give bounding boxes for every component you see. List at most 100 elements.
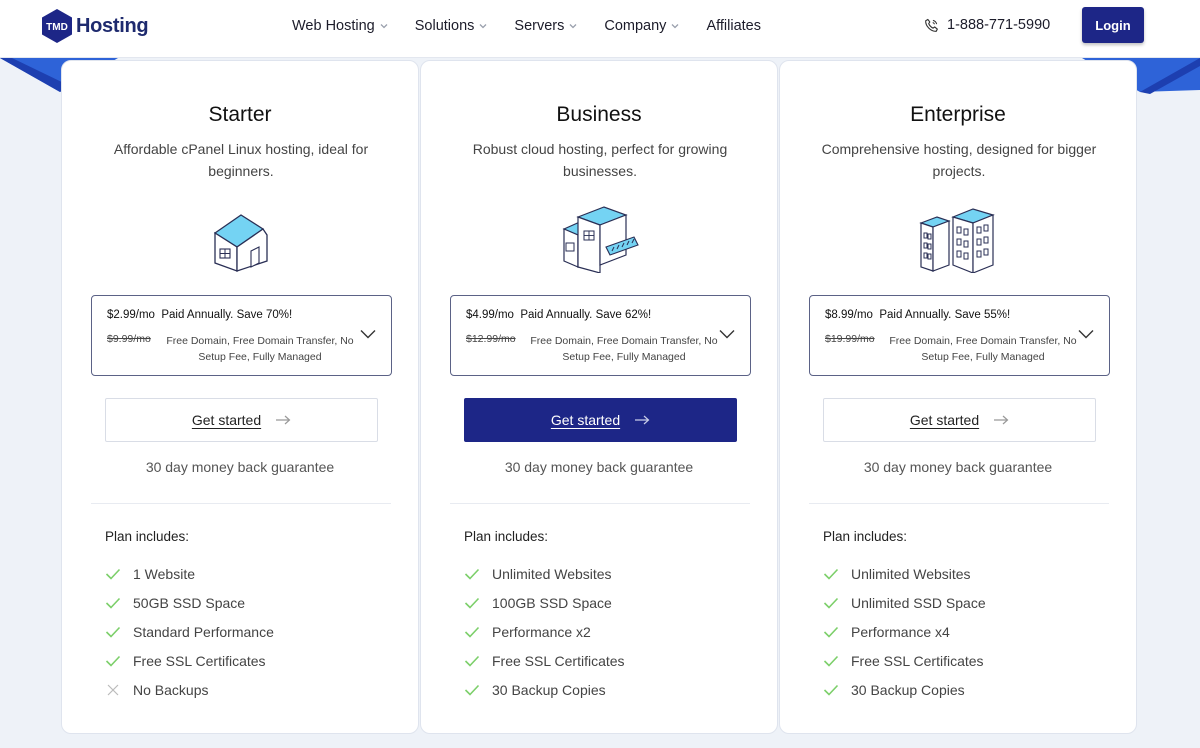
check-icon xyxy=(464,568,480,580)
login-button[interactable]: Login xyxy=(1082,7,1144,43)
plan-includes-title: Plan includes: xyxy=(823,529,908,544)
billing-note: Paid Annually. Save 55%! xyxy=(879,309,1011,321)
feature-text: Free SSL Certificates xyxy=(851,652,984,669)
feature-text: Standard Performance xyxy=(133,623,274,640)
feature-text: Free SSL Certificates xyxy=(492,652,625,669)
divider xyxy=(809,503,1109,504)
check-icon xyxy=(105,568,121,580)
pricing-term-select[interactable]: $2.99/mo Paid Annually. Save 70%! $9.99/… xyxy=(91,295,392,376)
site-header: TMD Hosting Web Hosting Solutions Server… xyxy=(0,0,1200,58)
nav-web-hosting[interactable]: Web Hosting xyxy=(292,18,389,34)
nav-servers[interactable]: Servers xyxy=(514,18,578,34)
feature-item: Unlimited SSD Space xyxy=(823,588,986,617)
check-icon xyxy=(464,597,480,609)
check-icon xyxy=(464,655,480,667)
pricing-term-select[interactable]: $8.99/mo Paid Annually. Save 55%! $19.99… xyxy=(809,295,1110,376)
feature-item: 100GB SSD Space xyxy=(464,588,625,617)
feature-item: No Backups xyxy=(105,675,274,704)
arrow-right-icon xyxy=(994,415,1009,425)
office-buildings-icon xyxy=(919,208,995,273)
check-icon xyxy=(823,568,839,580)
feature-item: 50GB SSD Space xyxy=(105,588,274,617)
plan-card-business: Business Robust cloud hosting, perfect f… xyxy=(420,60,778,734)
phone-number: 1-888-771-5990 xyxy=(947,17,1051,33)
arrow-right-icon xyxy=(276,415,291,425)
chevron-down-icon xyxy=(1078,330,1094,339)
nav-label: Servers xyxy=(514,18,565,34)
feature-item: Performance x4 xyxy=(823,617,986,646)
logo-text: Hosting xyxy=(76,14,149,37)
plan-name: Enterprise xyxy=(910,103,1006,126)
main-nav: Web Hosting Solutions Servers Company Af… xyxy=(292,0,787,52)
old-price: $9.99/mo xyxy=(107,333,151,345)
phone-link[interactable]: 1-888-771-5990 xyxy=(924,17,1050,33)
chevron-down-icon xyxy=(671,24,679,29)
chevron-down-icon xyxy=(719,330,735,339)
divider xyxy=(450,503,750,504)
feature-text: Free SSL Certificates xyxy=(133,652,266,669)
guarantee-text: 30 day money back guarantee xyxy=(504,459,694,475)
check-icon xyxy=(823,655,839,667)
feature-text: 30 Backup Copies xyxy=(851,681,965,698)
nav-label: Solutions xyxy=(414,18,475,34)
pricing-term-select[interactable]: $4.99/mo Paid Annually. Save 62%! $12.99… xyxy=(450,295,751,376)
plan-description: Robust cloud hosting, perfect for growin… xyxy=(472,141,728,179)
plan-includes-title: Plan includes: xyxy=(105,529,190,544)
check-icon xyxy=(823,684,839,696)
plan-price: $2.99/mo xyxy=(107,309,155,321)
old-price: $12.99/mo xyxy=(466,333,516,345)
get-started-button[interactable]: Get started xyxy=(105,398,378,442)
check-icon xyxy=(105,626,121,638)
plan-name: Starter xyxy=(208,103,272,126)
feature-text: 100GB SSD Space xyxy=(492,594,612,611)
cta-label: Get started xyxy=(191,412,262,428)
check-icon xyxy=(105,597,121,609)
check-icon xyxy=(105,655,121,667)
nav-company[interactable]: Company xyxy=(604,18,680,34)
cross-icon xyxy=(107,684,119,695)
cta-label: Get started xyxy=(550,412,621,428)
feature-item: 30 Backup Copies xyxy=(464,675,625,704)
check-icon xyxy=(464,626,480,638)
phone-icon xyxy=(925,18,938,32)
feature-item: 1 Website xyxy=(105,559,274,588)
feature-item: Performance x2 xyxy=(464,617,625,646)
price-features: Free Domain, Free Domain Transfer, No Se… xyxy=(166,335,354,363)
feature-text: Performance x4 xyxy=(851,623,950,640)
feature-text: Unlimited Websites xyxy=(851,565,971,582)
feature-text: 1 Website xyxy=(133,565,195,582)
billing-note: Paid Annually. Save 62%! xyxy=(520,309,652,321)
storefront-icon xyxy=(562,206,639,273)
site-logo[interactable]: TMD Hosting xyxy=(40,8,149,44)
feature-item: Unlimited Websites xyxy=(464,559,625,588)
get-started-button[interactable]: Get started xyxy=(823,398,1096,442)
feature-text: Unlimited SSD Space xyxy=(851,594,986,611)
get-started-button[interactable]: Get started xyxy=(464,398,737,442)
plan-card-starter: Starter Affordable cPanel Linux hosting,… xyxy=(61,60,419,734)
check-icon xyxy=(464,684,480,696)
feature-list: Unlimited Websites Unlimited SSD Space P… xyxy=(823,559,986,704)
arrow-right-icon xyxy=(635,415,650,425)
logo-badge-text: TMD xyxy=(46,22,68,33)
old-price: $19.99/mo xyxy=(825,333,875,345)
plan-includes-title: Plan includes: xyxy=(464,529,549,544)
nav-label: Affiliates xyxy=(706,18,761,34)
guarantee-text: 30 day money back guarantee xyxy=(145,459,335,475)
plan-card-enterprise: Enterprise Comprehensive hosting, design… xyxy=(779,60,1137,734)
plan-price: $8.99/mo xyxy=(825,309,873,321)
divider xyxy=(91,503,391,504)
plan-description: Comprehensive hosting, designed for bigg… xyxy=(821,141,1097,179)
nav-label: Web Hosting xyxy=(292,18,375,34)
chevron-down-icon xyxy=(360,330,376,339)
nav-label: Company xyxy=(604,18,667,34)
chevron-down-icon xyxy=(569,24,577,29)
cta-label: Get started xyxy=(909,412,980,428)
feature-text: Unlimited Websites xyxy=(492,565,612,582)
feature-item: Free SSL Certificates xyxy=(823,646,986,675)
billing-note: Paid Annually. Save 70%! xyxy=(161,309,293,321)
feature-item: 30 Backup Copies xyxy=(823,675,986,704)
nav-solutions[interactable]: Solutions xyxy=(415,18,489,34)
plan-name: Business xyxy=(556,103,642,126)
nav-affiliates[interactable]: Affiliates xyxy=(706,18,761,34)
feature-item: Standard Performance xyxy=(105,617,274,646)
